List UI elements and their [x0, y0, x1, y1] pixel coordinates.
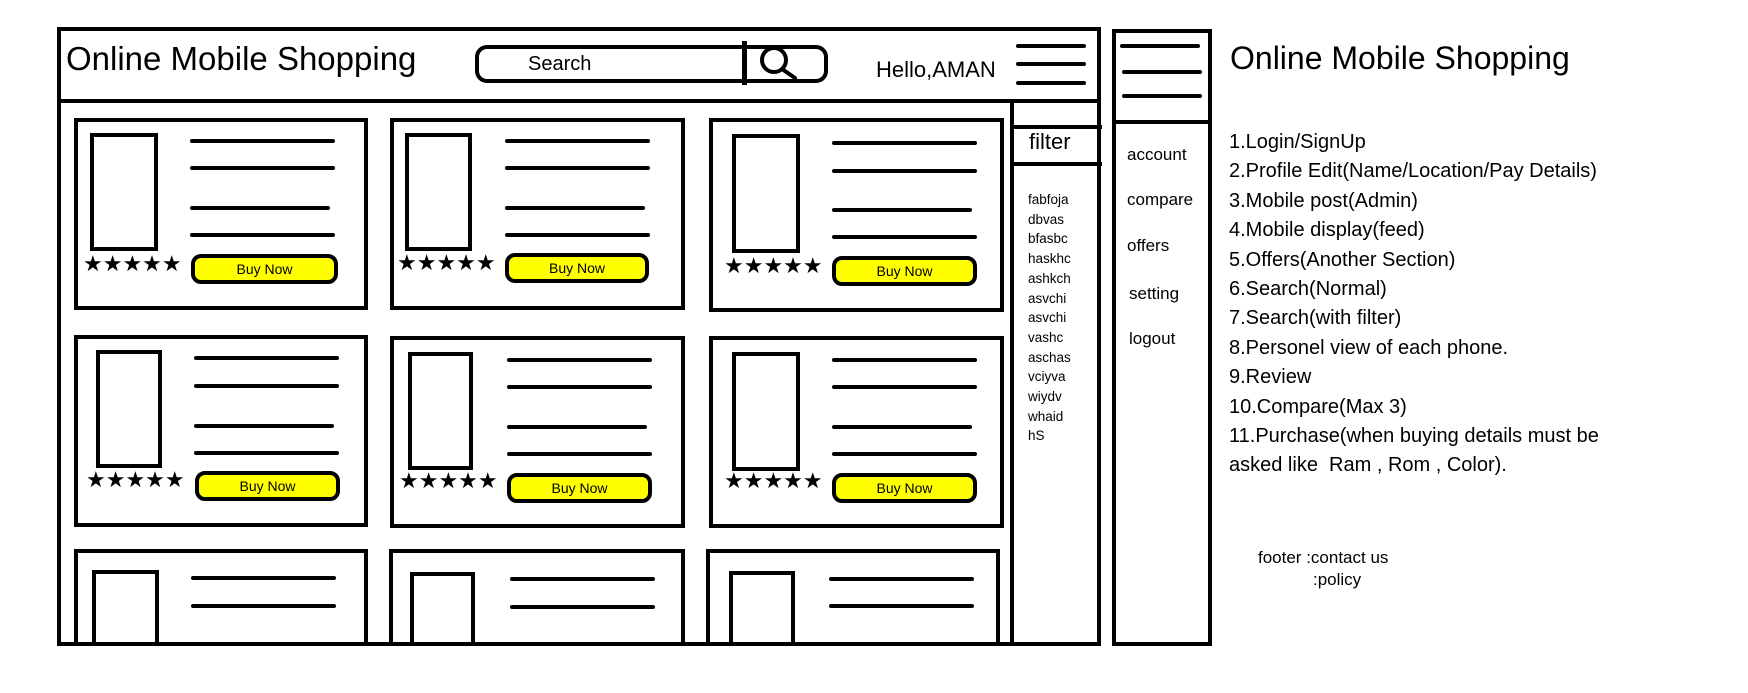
- product-text-line: [832, 208, 972, 212]
- product-text-line: [510, 577, 655, 581]
- product-image: [410, 572, 475, 646]
- product-text-line: [505, 206, 645, 210]
- product-image: [405, 133, 472, 251]
- buy-now-button[interactable]: Buy Now: [191, 254, 338, 284]
- product-text-line: [191, 576, 336, 580]
- product-text-line: [190, 206, 330, 210]
- filter-option[interactable]: vciyva: [1028, 367, 1071, 387]
- product-text-line: [832, 358, 977, 362]
- filter-option[interactable]: haskhc: [1028, 249, 1071, 269]
- product-text-line: [194, 356, 339, 360]
- filter-option[interactable]: bfasbc: [1028, 229, 1071, 249]
- filter-option[interactable]: ashkch: [1028, 269, 1071, 289]
- filter-option[interactable]: whaid: [1028, 407, 1071, 427]
- product-text-line: [194, 424, 334, 428]
- product-text-line: [832, 452, 977, 456]
- buy-now-button[interactable]: Buy Now: [505, 253, 649, 283]
- filter-option[interactable]: wiydv: [1028, 387, 1071, 407]
- filter-panel-divider: [1010, 99, 1014, 646]
- filter-option[interactable]: dbvas: [1028, 210, 1071, 230]
- rating-stars: ★★★★★: [397, 250, 496, 275]
- rating-stars: ★★★★★: [86, 467, 185, 492]
- filter-option[interactable]: hS: [1028, 426, 1071, 446]
- feature-item: 4.Mobile display(feed): [1229, 219, 1425, 242]
- product-text-line: [194, 384, 339, 388]
- rating-stars: ★★★★★: [399, 468, 498, 493]
- product-text-line: [832, 141, 977, 145]
- product-text-line: [191, 604, 336, 608]
- product-text-line: [190, 166, 335, 170]
- filter-options: fabfoja dbvas bfasbc haskhc ashkch asvch…: [1028, 190, 1071, 446]
- filter-option[interactable]: asvchi: [1028, 308, 1071, 328]
- filter-label: filter: [1029, 129, 1071, 154]
- feature-item: 1.Login/SignUp: [1229, 131, 1366, 153]
- feature-list: 1.Login/SignUp 2.Profile Edit(Name/Locat…: [1229, 128, 1729, 481]
- hamburger-menu-icon[interactable]: [1016, 40, 1086, 90]
- feature-item: 8.Personel view of each phone.: [1229, 336, 1509, 359]
- rating-stars: ★★★★★: [724, 253, 823, 278]
- product-image: [729, 571, 795, 646]
- footer-note-policy: :policy: [1313, 570, 1362, 589]
- user-greeting: Hello,AMAN: [876, 57, 996, 82]
- product-text-line: [832, 169, 977, 173]
- filter-option[interactable]: vashc: [1028, 328, 1071, 348]
- filter-option[interactable]: asvchi: [1028, 289, 1071, 309]
- side-menu-item-account[interactable]: account: [1127, 145, 1187, 165]
- product-text-line: [507, 452, 652, 456]
- product-image: [732, 134, 800, 253]
- feature-item: 3.Mobile post(Admin): [1229, 189, 1418, 212]
- product-text-line: [190, 233, 335, 237]
- search-divider: [742, 41, 747, 85]
- footer-note-contact: footer :contact us: [1258, 548, 1389, 567]
- side-menu-item-offers[interactable]: offers: [1127, 236, 1169, 256]
- notes-title: Online Mobile Shopping: [1230, 40, 1570, 76]
- product-image: [90, 133, 158, 251]
- product-image: [92, 570, 159, 646]
- rating-stars: ★★★★★: [83, 251, 182, 276]
- header-divider: [57, 99, 1101, 103]
- product-text-line: [190, 139, 335, 143]
- search-icon[interactable]: [755, 44, 801, 82]
- side-menu-item-compare[interactable]: compare: [1127, 190, 1193, 210]
- product-text-line: [507, 358, 652, 362]
- feature-item: 5.Offers(Another Section): [1229, 248, 1456, 271]
- product-text-line: [829, 604, 974, 608]
- product-text-line: [507, 385, 652, 389]
- feature-item: 11.Purchase(when buying details must be: [1229, 425, 1599, 448]
- product-text-line: [832, 235, 977, 239]
- product-text-line: [829, 577, 974, 581]
- feature-item: asked like Ram , Rom , Color).: [1229, 454, 1507, 477]
- filter-option[interactable]: aschas: [1028, 348, 1071, 368]
- product-text-line: [832, 425, 972, 429]
- side-menu-divider: [1112, 120, 1212, 124]
- buy-now-button[interactable]: Buy Now: [832, 256, 977, 286]
- buy-now-button[interactable]: Buy Now: [507, 473, 652, 503]
- rating-stars: ★★★★★: [724, 468, 823, 493]
- product-image: [408, 352, 473, 470]
- product-text-line: [505, 233, 650, 237]
- app-title: Online Mobile Shopping: [66, 40, 417, 77]
- product-text-line: [505, 166, 650, 170]
- product-text-line: [505, 139, 650, 143]
- feature-item: 2.Profile Edit(Name/Location/Pay Details…: [1229, 160, 1597, 183]
- buy-now-button[interactable]: Buy Now: [832, 473, 977, 503]
- feature-item: 10.Compare(Max 3): [1229, 395, 1407, 418]
- filter-option[interactable]: fabfoja: [1028, 190, 1071, 210]
- feature-item: 6.Search(Normal): [1229, 278, 1387, 301]
- product-text-line: [832, 385, 977, 389]
- side-menu-item-logout[interactable]: logout: [1129, 329, 1175, 349]
- side-menu-item-setting[interactable]: setting: [1129, 284, 1179, 304]
- buy-now-button[interactable]: Buy Now: [195, 471, 340, 501]
- search-placeholder: Search: [528, 53, 592, 75]
- feature-item: 9.Review: [1229, 366, 1312, 389]
- product-text-line: [194, 451, 339, 455]
- product-image: [96, 350, 162, 468]
- feature-item: 7.Search(with filter): [1229, 307, 1402, 330]
- product-text-line: [507, 425, 647, 429]
- product-text-line: [510, 605, 655, 609]
- product-image: [732, 352, 800, 471]
- hamburger-menu-icon[interactable]: [1118, 40, 1204, 108]
